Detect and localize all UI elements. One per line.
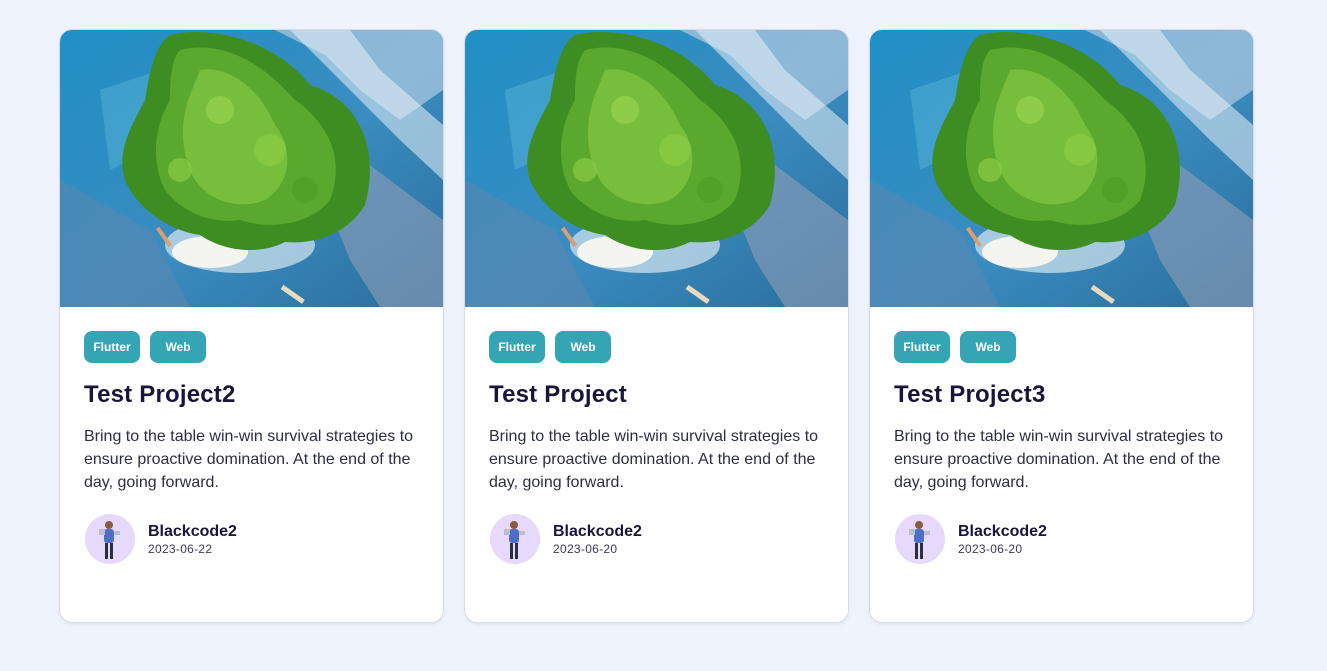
author-name[interactable]: Blackcode2 <box>958 522 1047 542</box>
island-aerial-photo-icon <box>465 30 848 307</box>
tag-flutter[interactable]: Flutter <box>489 331 545 363</box>
author-name[interactable]: Blackcode2 <box>553 522 642 542</box>
avatar[interactable] <box>490 514 540 564</box>
tag-web[interactable]: Web <box>150 331 206 363</box>
project-card[interactable]: Flutter Web Test Project3 Bring to the t… <box>870 30 1253 622</box>
author-name[interactable]: Blackcode2 <box>148 522 237 542</box>
island-aerial-photo-icon <box>60 30 443 307</box>
card-body: Flutter Web Test Project3 Bring to the t… <box>870 307 1253 564</box>
post-date: 2023-06-20 <box>553 541 618 556</box>
project-thumbnail-image <box>60 30 443 307</box>
card-body: Flutter Web Test Project Bring to the ta… <box>465 307 848 564</box>
project-description: Bring to the table win-win survival stra… <box>489 428 819 491</box>
island-aerial-photo-icon <box>870 30 1253 307</box>
post-date: 2023-06-20 <box>958 541 1023 556</box>
author-info: Blackcode2 2023-06-22 <box>148 522 237 557</box>
tag-flutter[interactable]: Flutter <box>84 331 140 363</box>
project-title[interactable]: Test Project3 <box>894 379 1229 411</box>
project-description: Bring to the table win-win survival stra… <box>894 428 1224 491</box>
project-description: Bring to the table win-win survival stra… <box>84 428 414 491</box>
project-cards-grid: Flutter Web Test Project2 Bring to the t… <box>60 30 1253 622</box>
avatar[interactable] <box>895 514 945 564</box>
tag-web[interactable]: Web <box>555 331 611 363</box>
avatar[interactable] <box>85 514 135 564</box>
project-card[interactable]: Flutter Web Test Project Bring to the ta… <box>465 30 848 622</box>
person-avatar-icon <box>490 514 540 564</box>
project-thumbnail-image <box>465 30 848 307</box>
tag-list: Flutter Web <box>894 331 1229 363</box>
project-title[interactable]: Test Project2 <box>84 379 419 411</box>
author-block: Blackcode2 2023-06-20 <box>894 514 1229 564</box>
tag-web[interactable]: Web <box>960 331 1016 363</box>
project-thumbnail-image <box>870 30 1253 307</box>
author-info: Blackcode2 2023-06-20 <box>958 522 1047 557</box>
project-card[interactable]: Flutter Web Test Project2 Bring to the t… <box>60 30 443 622</box>
author-info: Blackcode2 2023-06-20 <box>553 522 642 557</box>
person-avatar-icon <box>895 514 945 564</box>
author-block: Blackcode2 2023-06-22 <box>84 514 419 564</box>
tag-list: Flutter Web <box>84 331 419 363</box>
project-title[interactable]: Test Project <box>489 379 824 411</box>
card-body: Flutter Web Test Project2 Bring to the t… <box>60 307 443 564</box>
tag-flutter[interactable]: Flutter <box>894 331 950 363</box>
person-avatar-icon <box>85 514 135 564</box>
post-date: 2023-06-22 <box>148 541 213 556</box>
author-block: Blackcode2 2023-06-20 <box>489 514 824 564</box>
tag-list: Flutter Web <box>489 331 824 363</box>
